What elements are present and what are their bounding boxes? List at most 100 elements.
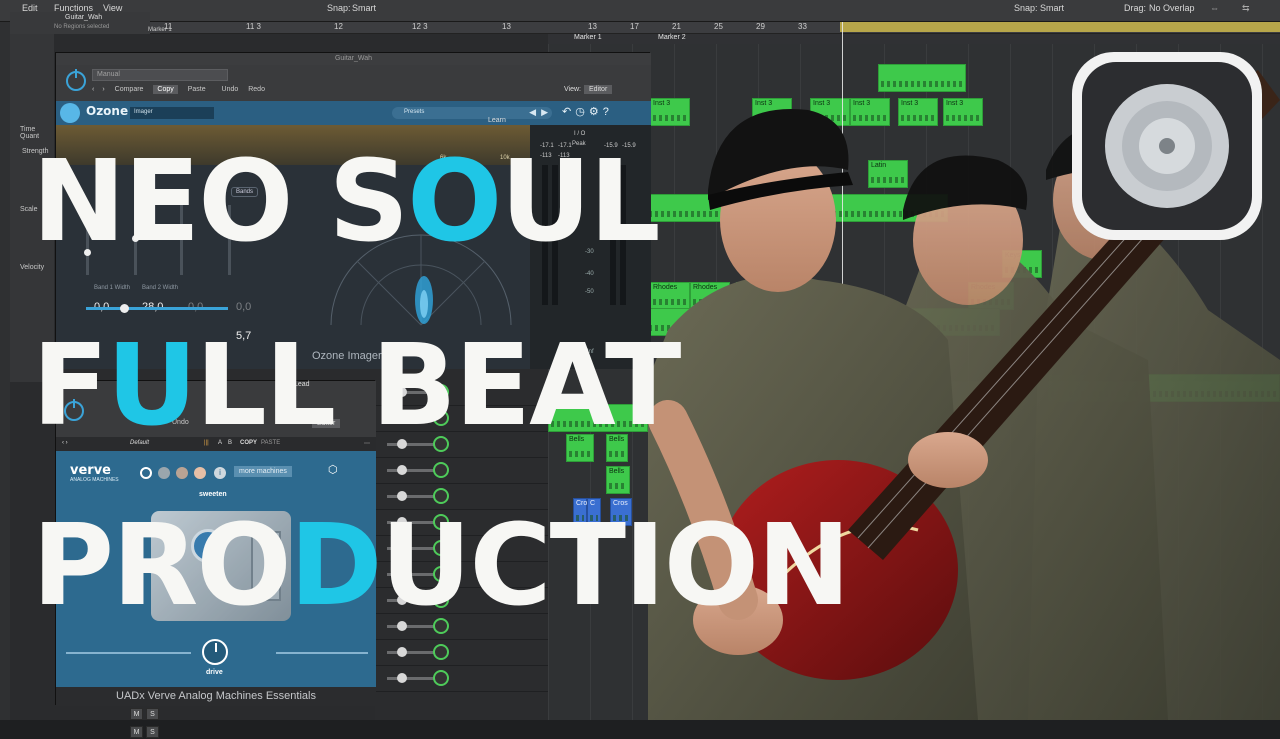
volume-slider[interactable] [387,469,437,472]
region-name: Guitar_Wah [65,14,103,21]
ruler-tick: 12 [334,22,343,31]
volume-knob[interactable] [397,465,407,475]
ruler-tick: 25 [714,22,723,31]
ruler-tick: 13 [588,22,597,31]
plugin-window-title: Guitar_Wah [56,53,651,65]
learn-button[interactable]: Learn [488,117,506,124]
output-slider[interactable] [276,652,368,654]
track-header[interactable] [375,458,548,484]
ruler-tick: 12 3 [412,22,428,31]
track-header[interactable] [375,666,548,692]
title-highlight: U [106,321,198,451]
machine-select-1[interactable] [140,467,152,479]
next-icon[interactable]: › [102,86,104,93]
prev-preset-icon[interactable]: ◀ [529,107,536,118]
region[interactable]: Bells [606,466,630,494]
menu-bar: Edit Functions View Snap: Smart Snap: Sm… [0,0,1280,22]
history-icon[interactable]: ◷ [575,106,589,118]
solo-button[interactable]: S [146,726,159,738]
ua-logo-icon: ⬡ [328,464,338,476]
ruler-tick: 17 [630,22,639,31]
logic-pro-app-icon [1068,48,1266,244]
presets-label: Presets [404,109,425,115]
help-icon[interactable]: ? [603,106,613,118]
verve-logo: verve [70,463,111,478]
ozone-brand-name: Ozone [86,104,129,118]
region-header: Guitar_Wah No Regions selected [10,12,150,34]
undo-button[interactable]: Undo [222,86,239,93]
region-sub: No Regions selected [54,24,110,30]
header-icons: ↶◷⚙? [562,105,613,118]
undo-icon[interactable]: ↶ [562,106,575,118]
view-label: View: [564,86,581,93]
title-text: PRO [32,501,292,631]
logic-pro-icon [1072,52,1262,240]
view-select[interactable]: Editor [584,85,613,94]
prev-icon[interactable]: ‹ [92,86,94,93]
drag-label: Drag: [1124,3,1147,13]
paste-button[interactable]: Paste [188,86,206,93]
more-machines-button[interactable]: more machines [234,466,292,477]
compare-button[interactable]: Compare [115,86,144,93]
ruler-tick: 33 [798,22,807,31]
ozone-logo-icon [60,103,80,123]
volume-slider[interactable] [387,677,437,680]
machine-select-4[interactable] [194,467,206,479]
timeline-ruler[interactable]: 11 11 3 12 12 3 13 [150,22,548,34]
marker-1[interactable]: Marker 1 [574,34,602,41]
verve-subtitle: ANALOG MACHINES [70,477,119,483]
marker-track: Marker 1 Marker 2 [548,34,1280,44]
plugin-footer: UADx Verve Analog Machines Essentials [56,687,376,706]
machine-select-2[interactable] [158,467,170,479]
meter-scale-label: -40 [585,271,594,277]
power-icon[interactable] [66,69,86,91]
catch-icon[interactable]: ⇆ [1242,3,1250,14]
mute-button[interactable]: M [130,726,143,738]
input-slider[interactable] [66,652,191,654]
track-header[interactable] [375,640,548,666]
title-line-2: FULL BEAT [32,330,681,442]
plugin-header: Manual ‹ › Compare Copy Paste Undo Redo V… [56,65,651,101]
cycle-region[interactable] [840,22,1280,32]
volume-slider[interactable] [387,495,437,498]
marker-2[interactable]: Marker 2 [658,34,686,41]
pan-knob[interactable] [433,462,449,478]
next-preset-icon[interactable]: ▶ [541,107,548,118]
meter-scale-label: -50 [585,289,594,295]
mute-button[interactable]: M [130,708,143,720]
volume-knob[interactable] [397,673,407,683]
drive-label: drive [206,669,223,676]
title-line-3: PRODUCTION [32,510,851,622]
stereoize-knob[interactable] [120,304,129,313]
machine-select-3[interactable] [176,467,188,479]
machine-name: sweeten [199,491,227,498]
ruler-tick: 21 [672,22,681,31]
drive-knob[interactable] [202,639,228,665]
solo-button[interactable]: S [146,708,159,720]
snap-select[interactable]: Smart [352,3,376,13]
volume-knob[interactable] [397,491,407,501]
drag-select[interactable]: No Overlap [1149,3,1195,13]
module-name-field[interactable]: Imager [130,107,214,119]
pan-knob[interactable] [433,644,449,660]
stereoize-slider[interactable] [86,307,228,310]
ruler-tick: 11 3 [246,22,261,31]
marker-left: Marker 1 [148,27,172,33]
copy-button[interactable]: Copy [153,85,178,94]
presets-bar[interactable]: Presets ◀ ▶ [392,107,552,119]
band4-value[interactable]: 0,0 [236,301,251,313]
redo-button[interactable]: Redo [248,86,265,93]
volume-slider[interactable] [387,651,437,654]
info-icon[interactable]: i [214,467,226,479]
title-text: LL BEAT [195,321,681,451]
gear-icon[interactable]: ⚙ [589,106,603,118]
pan-knob[interactable] [433,670,449,686]
band1-label: Band 1 Width [94,285,131,291]
zoom-icon[interactable]: ⇔ [1210,3,1219,13]
preset-dropdown[interactable]: Manual [92,69,228,81]
title-text: F [32,321,109,451]
volume-knob[interactable] [397,647,407,657]
title-line-1: NEO SOUL [32,146,661,258]
plugin-toolbar: ‹ › Compare Copy Paste Undo Redo [92,85,273,94]
snap-select-right[interactable]: Smart [1040,3,1064,13]
